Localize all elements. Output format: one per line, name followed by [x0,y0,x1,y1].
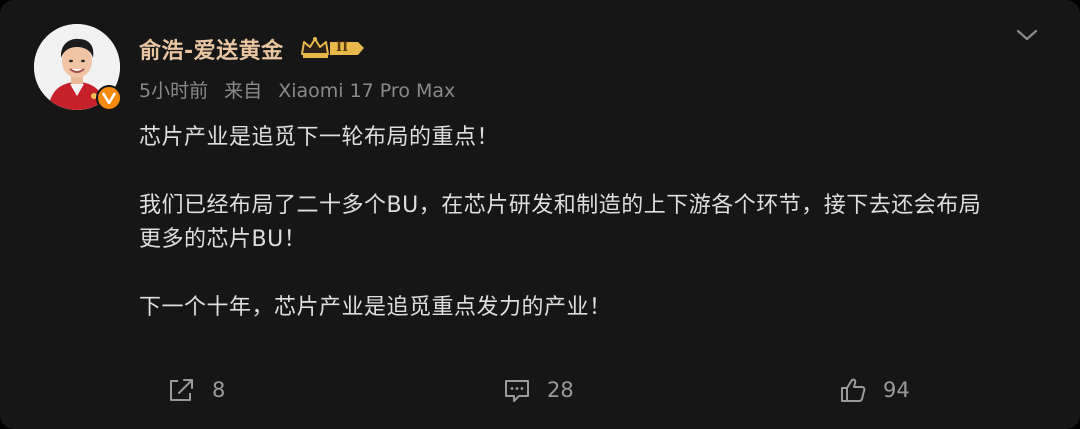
comment-icon [505,380,529,402]
verified-v-icon [102,92,116,104]
username[interactable]: 俞浩-爱送黄金 [139,33,284,65]
post-paragraph: 芯片产业是追觅下一轮布局的重点！ [139,125,500,150]
source-device[interactable]: Xiaomi 17 Pro Max [278,80,455,102]
post-paragraph: 下一个十年，芯片产业是追觅重点发力的产业！ [139,295,612,320]
comment-count: 28 [547,378,574,402]
share-button[interactable]: 8 [168,374,225,406]
share-count: 8 [212,378,226,402]
post-time: 5小时前 [139,80,209,102]
post-meta: 5小时前 来自 Xiaomi 17 Pro Max [139,76,465,103]
weibo-post-card: 俞浩-爱送黄金 II 5小时前 来自 Xiaomi 17 Pro Max 芯片产… [0,0,1080,429]
comment-button[interactable]: 28 [503,374,574,406]
chevron-down-icon[interactable] [1012,24,1042,46]
vip-level-label: II [336,40,349,55]
post-body: 芯片产业是追觅下一轮布局的重点！ 我们已经布局了二十多个BU，在芯片研发和制造的… [139,121,1049,325]
like-count: 94 [883,378,910,402]
like-button[interactable]: 94 [839,374,910,406]
share-icon [170,379,193,401]
source-prefix: 来自 [224,80,263,102]
vip-badge[interactable]: II [300,34,366,62]
crown-icon [301,37,364,58]
verified-badge [96,85,122,111]
post-paragraph: 我们已经布局了二十多个BU，在芯片研发和制造的上下游各个环节，接下去还会布局 [139,193,982,218]
thumbs-up-icon [841,378,866,402]
post-paragraph: 更多的芯片BU！ [139,227,307,252]
